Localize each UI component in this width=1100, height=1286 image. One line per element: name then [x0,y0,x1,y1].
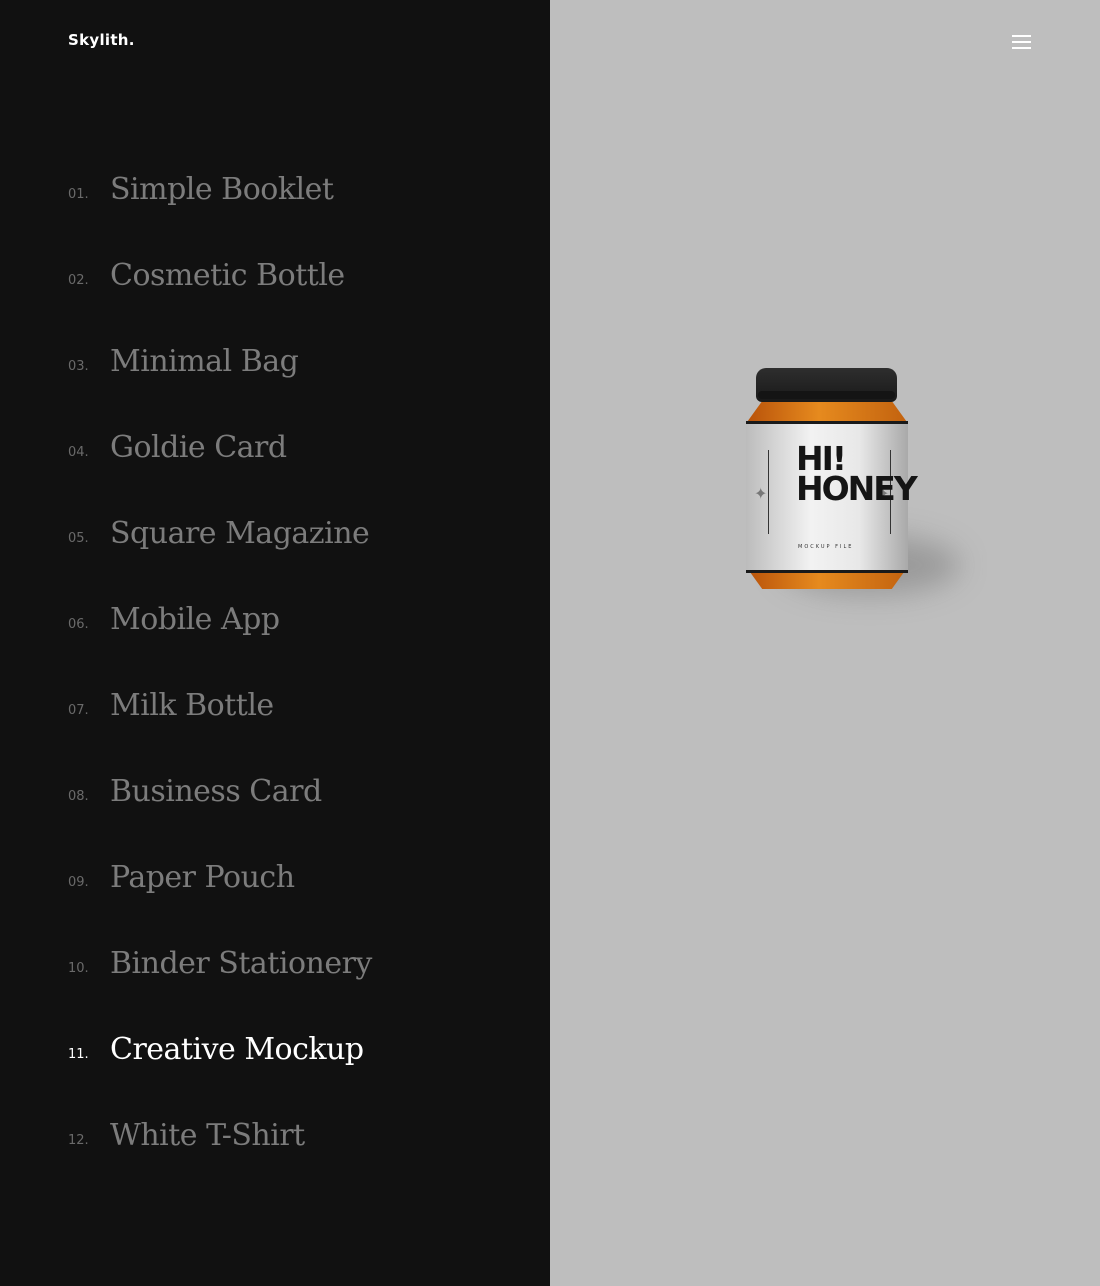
project-number: 02. [68,272,89,288]
project-title: Cosmetic Bottle [110,257,345,293]
project-item-creative-mockup[interactable]: 11. Creative Mockup [68,1006,372,1092]
project-number: 11. [68,1046,89,1062]
project-number: 03. [68,358,89,374]
project-preview-panel [550,0,1100,1286]
project-number: 05. [68,530,89,546]
project-item-square-magazine[interactable]: 05. Square Magazine [68,490,372,576]
project-number: 01. [68,186,89,202]
menu-line [1012,47,1031,49]
honey-jar-image: ✦ ✦ HI! HONEY MOCKUP FILE [740,365,960,605]
logo[interactable]: Skylith. [68,31,135,49]
menu-line [1012,35,1031,37]
project-menu-panel: Skylith. 01. Simple Booklet 02. Cosmetic… [0,0,550,1286]
project-item-business-card[interactable]: 08. Business Card [68,748,372,834]
project-item-binder-stationery[interactable]: 10. Binder Stationery [68,920,372,1006]
project-title: White T-Shirt [110,1117,305,1153]
project-number: 07. [68,702,89,718]
project-title: Milk Bottle [110,687,274,723]
jar-label: ✦ ✦ HI! HONEY MOCKUP FILE [746,421,918,573]
project-item-mobile-app[interactable]: 06. Mobile App [68,576,372,662]
project-item-milk-bottle[interactable]: 07. Milk Bottle [68,662,372,748]
project-list: 01. Simple Booklet 02. Cosmetic Bottle 0… [68,146,372,1178]
project-number: 08. [68,788,89,804]
project-number: 09. [68,874,89,890]
project-title: Creative Mockup [110,1031,364,1067]
project-title: Minimal Bag [110,343,299,379]
project-number: 12. [68,1132,89,1148]
project-item-cosmetic-bottle[interactable]: 02. Cosmetic Bottle [68,232,372,318]
project-item-paper-pouch[interactable]: 09. Paper Pouch [68,834,372,920]
project-number: 06. [68,616,89,632]
project-item-minimal-bag[interactable]: 03. Minimal Bag [68,318,372,404]
project-title: Paper Pouch [110,859,295,895]
label-rule [768,450,769,534]
project-title: Business Card [110,773,322,809]
hamburger-icon[interactable] [1012,34,1032,50]
project-title: Goldie Card [110,429,287,465]
jar-lid-ring [758,391,895,399]
project-title: Mobile App [110,601,280,637]
project-item-goldie-card[interactable]: 04. Goldie Card [68,404,372,490]
project-title: Simple Booklet [110,171,334,207]
project-item-white-t-shirt[interactable]: 12. White T-Shirt [68,1092,372,1178]
project-number: 10. [68,960,89,976]
jar-label-subtitle: MOCKUP FILE [798,544,854,550]
wing-icon: ✦ [754,486,768,503]
jar-label-title: HI! HONEY [796,439,918,508]
menu-line [1012,41,1031,43]
project-title: Square Magazine [110,515,370,551]
project-title: Binder Stationery [110,945,372,981]
project-item-simple-booklet[interactable]: 01. Simple Booklet [68,146,372,232]
project-number: 04. [68,444,89,460]
